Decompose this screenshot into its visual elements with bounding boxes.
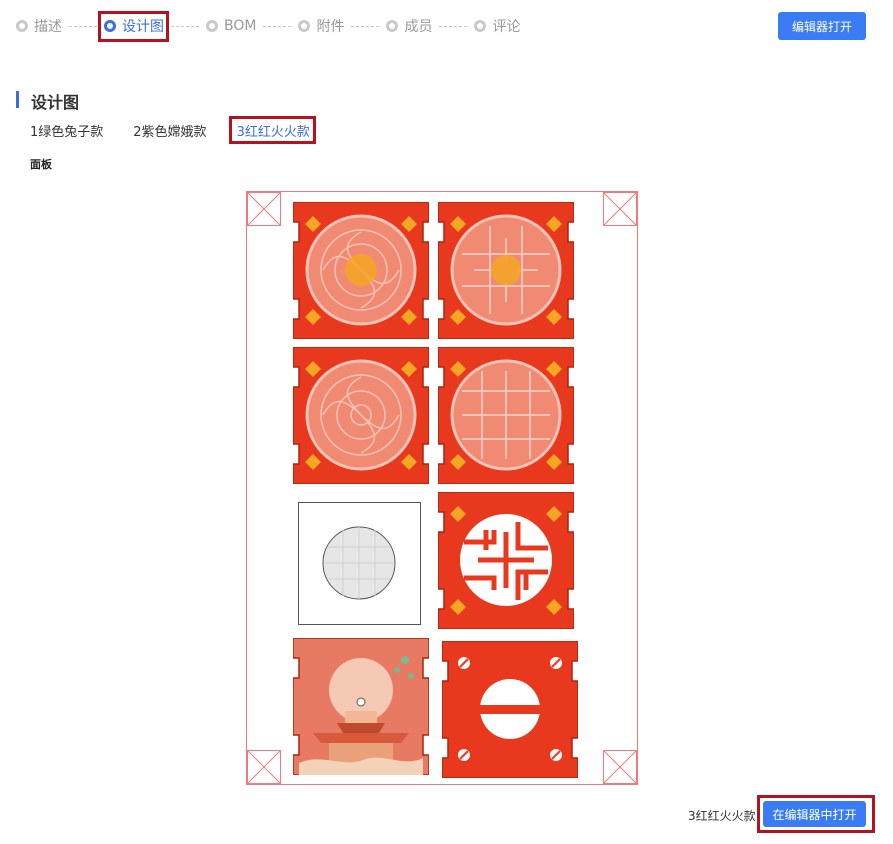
step-dot-icon <box>386 20 399 32</box>
panel-label: 面板 <box>30 158 52 171</box>
design-artboard <box>246 191 638 785</box>
step-label: 评论 <box>492 19 521 35</box>
variant-tab-purple-change[interactable]: 2紫色嫦娥款 <box>133 121 206 140</box>
step-description[interactable]: 描述 <box>16 16 62 36</box>
panel-tile-maze-cutout[interactable] <box>438 492 574 629</box>
panel-tile-blank-window[interactable] <box>298 502 421 625</box>
step-bom[interactable]: BOM <box>206 18 256 34</box>
step-separator <box>263 25 292 27</box>
panel-tile-round-opening[interactable] <box>442 641 578 778</box>
step-separator <box>351 25 380 27</box>
panel-tile-lattice-center[interactable] <box>293 202 429 339</box>
step-separator <box>69 25 97 27</box>
step-label: 设计图 <box>122 19 164 35</box>
step-dot-icon <box>104 20 116 32</box>
variant-tab-green-rabbit[interactable]: 1绿色兔子款 <box>30 121 103 140</box>
step-comments[interactable]: 评论 <box>474 16 520 36</box>
crossed-box-icon <box>247 750 281 784</box>
step-design[interactable]: 设计图 <box>104 16 164 36</box>
section-accent-bar <box>16 91 19 108</box>
panel-tile-maze-center[interactable] <box>438 202 574 339</box>
open-editor-button[interactable]: 编辑器打开 <box>778 12 866 40</box>
footer-variant-name: 3红红火火款 <box>688 809 756 823</box>
open-in-editor-button[interactable]: 在编辑器中打开 <box>763 801 866 827</box>
step-dot-icon <box>206 20 218 32</box>
panel-tile-maze[interactable] <box>438 347 574 484</box>
panel-tile-festival-illustration[interactable] <box>293 638 429 775</box>
step-dot-icon <box>474 20 487 32</box>
step-attachments[interactable]: 附件 <box>298 16 344 36</box>
step-label: 成员 <box>404 19 433 35</box>
step-label: 描述 <box>34 19 62 35</box>
step-label: 附件 <box>316 19 345 35</box>
step-label: BOM <box>224 18 257 34</box>
steps-bar: 描述 设计图 BOM 附件 成员 评论 <box>16 15 520 37</box>
step-dot-icon <box>16 20 28 32</box>
variant-tab-red-festive[interactable]: 3红红火火款 <box>237 121 310 140</box>
step-separator <box>439 25 468 27</box>
section-title: 设计图 <box>31 93 80 112</box>
crossed-box-icon <box>247 192 281 226</box>
crossed-box-icon <box>603 750 637 784</box>
step-separator <box>171 25 199 27</box>
step-members[interactable]: 成员 <box>386 16 432 36</box>
step-dot-icon <box>298 20 311 32</box>
panel-tile-lattice[interactable] <box>293 347 429 484</box>
crossed-box-icon <box>603 192 637 226</box>
variant-tabs: 1绿色兔子款 2紫色嫦娥款 3红红火火款 <box>30 121 340 140</box>
